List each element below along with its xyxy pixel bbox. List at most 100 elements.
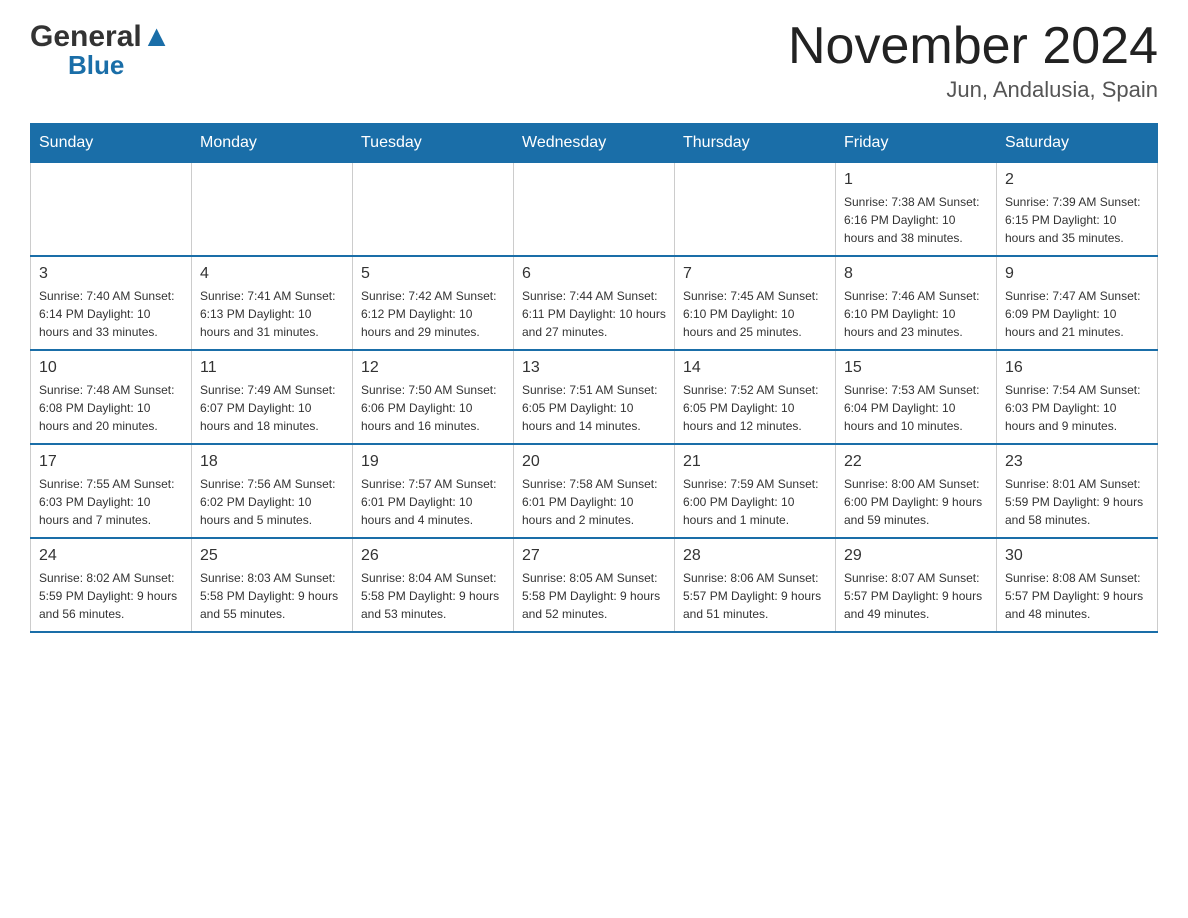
day-number: 30	[1005, 547, 1149, 565]
day-number: 3	[39, 265, 183, 283]
day-info: Sunrise: 7:40 AM Sunset: 6:14 PM Dayligh…	[39, 287, 183, 341]
day-info: Sunrise: 7:42 AM Sunset: 6:12 PM Dayligh…	[361, 287, 505, 341]
day-info: Sunrise: 7:50 AM Sunset: 6:06 PM Dayligh…	[361, 381, 505, 435]
calendar-cell: 9 Sunrise: 7:47 AM Sunset: 6:09 PM Daylig…	[997, 256, 1158, 350]
day-number: 28	[683, 547, 827, 565]
calendar-cell: 21Sunrise: 7:59 AM Sunset: 6:00 PM Dayli…	[675, 444, 836, 538]
calendar-cell: 13 Sunrise: 7:51 AM Sunset: 6:05 PM Dayli…	[514, 350, 675, 444]
day-number: 11	[200, 359, 344, 377]
day-header-monday: Monday	[192, 124, 353, 163]
calendar-cell: 16 Sunrise: 7:54 AM Sunset: 6:03 PM Dayli…	[997, 350, 1158, 444]
calendar-cell: 24 Sunrise: 8:02 AM Sunset: 5:59 PM Dayli…	[31, 538, 192, 632]
logo-blue-text: Blue	[68, 50, 171, 81]
day-header-wednesday: Wednesday	[514, 124, 675, 163]
calendar-cell	[675, 163, 836, 257]
page-header: General ▲ Blue November 2024 Jun, Andalu…	[30, 20, 1158, 103]
calendar-cell: 17 Sunrise: 7:55 AM Sunset: 6:03 PM Dayli…	[31, 444, 192, 538]
calendar-week-row: 1 Sunrise: 7:38 AM Sunset: 6:16 PM Daylig…	[31, 163, 1158, 257]
calendar-cell	[514, 163, 675, 257]
calendar-cell: 27 Sunrise: 8:05 AM Sunset: 5:58 PM Dayli…	[514, 538, 675, 632]
day-info: Sunrise: 8:06 AM Sunset: 5:57 PM Dayligh…	[683, 569, 827, 623]
day-info: Sunrise: 7:57 AM Sunset: 6:01 PM Dayligh…	[361, 475, 505, 529]
calendar-cell	[192, 163, 353, 257]
calendar-cell: 14Sunrise: 7:52 AM Sunset: 6:05 PM Dayli…	[675, 350, 836, 444]
day-number: 15	[844, 359, 988, 377]
day-info: Sunrise: 7:52 AM Sunset: 6:05 PM Dayligh…	[683, 381, 827, 435]
day-info: Sunrise: 8:02 AM Sunset: 5:59 PM Dayligh…	[39, 569, 183, 623]
calendar-cell: 18 Sunrise: 7:56 AM Sunset: 6:02 PM Dayli…	[192, 444, 353, 538]
day-number: 4	[200, 265, 344, 283]
day-info: Sunrise: 7:48 AM Sunset: 6:08 PM Dayligh…	[39, 381, 183, 435]
day-info: Sunrise: 7:47 AM Sunset: 6:09 PM Dayligh…	[1005, 287, 1149, 341]
calendar-cell: 23Sunrise: 8:01 AM Sunset: 5:59 PM Dayli…	[997, 444, 1158, 538]
day-number: 9	[1005, 265, 1149, 283]
calendar-cell: 7 Sunrise: 7:45 AM Sunset: 6:10 PM Daylig…	[675, 256, 836, 350]
day-header-sunday: Sunday	[31, 124, 192, 163]
logo-blue-part: ▲	[142, 20, 172, 54]
logo: General ▲ Blue	[30, 20, 171, 81]
calendar-cell	[31, 163, 192, 257]
calendar-cell: 26Sunrise: 8:04 AM Sunset: 5:58 PM Dayli…	[353, 538, 514, 632]
day-number: 10	[39, 359, 183, 377]
day-header-friday: Friday	[836, 124, 997, 163]
calendar-cell: 12Sunrise: 7:50 AM Sunset: 6:06 PM Dayli…	[353, 350, 514, 444]
day-info: Sunrise: 8:05 AM Sunset: 5:58 PM Dayligh…	[522, 569, 666, 623]
day-number: 24	[39, 547, 183, 565]
day-info: Sunrise: 7:49 AM Sunset: 6:07 PM Dayligh…	[200, 381, 344, 435]
day-number: 7	[683, 265, 827, 283]
day-info: Sunrise: 8:07 AM Sunset: 5:57 PM Dayligh…	[844, 569, 988, 623]
day-number: 13	[522, 359, 666, 377]
day-info: Sunrise: 7:41 AM Sunset: 6:13 PM Dayligh…	[200, 287, 344, 341]
calendar-body: 1 Sunrise: 7:38 AM Sunset: 6:16 PM Daylig…	[31, 163, 1158, 633]
calendar-cell: 6Sunrise: 7:44 AM Sunset: 6:11 PM Daylig…	[514, 256, 675, 350]
calendar-cell: 5 Sunrise: 7:42 AM Sunset: 6:12 PM Daylig…	[353, 256, 514, 350]
day-number: 8	[844, 265, 988, 283]
logo-line1: General ▲	[30, 20, 171, 54]
calendar-cell: 29Sunrise: 8:07 AM Sunset: 5:57 PM Dayli…	[836, 538, 997, 632]
day-info: Sunrise: 8:08 AM Sunset: 5:57 PM Dayligh…	[1005, 569, 1149, 623]
day-number: 18	[200, 453, 344, 471]
day-info: Sunrise: 7:58 AM Sunset: 6:01 PM Dayligh…	[522, 475, 666, 529]
title-section: November 2024 Jun, Andalusia, Spain	[788, 20, 1158, 103]
location-text: Jun, Andalusia, Spain	[788, 77, 1158, 103]
day-number: 23	[1005, 453, 1149, 471]
day-number: 21	[683, 453, 827, 471]
calendar-cell: 19Sunrise: 7:57 AM Sunset: 6:01 PM Dayli…	[353, 444, 514, 538]
day-number: 16	[1005, 359, 1149, 377]
day-number: 20	[522, 453, 666, 471]
day-info: Sunrise: 7:45 AM Sunset: 6:10 PM Dayligh…	[683, 287, 827, 341]
calendar-cell: 25 Sunrise: 8:03 AM Sunset: 5:58 PM Dayli…	[192, 538, 353, 632]
day-info: Sunrise: 7:38 AM Sunset: 6:16 PM Dayligh…	[844, 193, 988, 247]
day-info: Sunrise: 7:53 AM Sunset: 6:04 PM Dayligh…	[844, 381, 988, 435]
calendar-cell: 1 Sunrise: 7:38 AM Sunset: 6:16 PM Daylig…	[836, 163, 997, 257]
day-info: Sunrise: 7:54 AM Sunset: 6:03 PM Dayligh…	[1005, 381, 1149, 435]
calendar-table: SundayMondayTuesdayWednesdayThursdayFrid…	[30, 123, 1158, 633]
day-number: 25	[200, 547, 344, 565]
calendar-week-row: 17 Sunrise: 7:55 AM Sunset: 6:03 PM Dayli…	[31, 444, 1158, 538]
calendar-cell: 30 Sunrise: 8:08 AM Sunset: 5:57 PM Dayli…	[997, 538, 1158, 632]
calendar-header: SundayMondayTuesdayWednesdayThursdayFrid…	[31, 124, 1158, 163]
calendar-cell: 2Sunrise: 7:39 AM Sunset: 6:15 PM Daylig…	[997, 163, 1158, 257]
calendar-cell: 11 Sunrise: 7:49 AM Sunset: 6:07 PM Dayli…	[192, 350, 353, 444]
day-header-saturday: Saturday	[997, 124, 1158, 163]
day-number: 27	[522, 547, 666, 565]
logo-general: General	[30, 20, 142, 54]
calendar-cell: 4 Sunrise: 7:41 AM Sunset: 6:13 PM Daylig…	[192, 256, 353, 350]
day-info: Sunrise: 7:56 AM Sunset: 6:02 PM Dayligh…	[200, 475, 344, 529]
day-header-thursday: Thursday	[675, 124, 836, 163]
day-info: Sunrise: 7:51 AM Sunset: 6:05 PM Dayligh…	[522, 381, 666, 435]
day-info: Sunrise: 7:55 AM Sunset: 6:03 PM Dayligh…	[39, 475, 183, 529]
day-info: Sunrise: 8:03 AM Sunset: 5:58 PM Dayligh…	[200, 569, 344, 623]
calendar-cell: 3 Sunrise: 7:40 AM Sunset: 6:14 PM Daylig…	[31, 256, 192, 350]
day-number: 1	[844, 171, 988, 189]
day-header-tuesday: Tuesday	[353, 124, 514, 163]
calendar-cell: 28 Sunrise: 8:06 AM Sunset: 5:57 PM Dayli…	[675, 538, 836, 632]
day-info: Sunrise: 7:39 AM Sunset: 6:15 PM Dayligh…	[1005, 193, 1149, 247]
calendar-week-row: 24 Sunrise: 8:02 AM Sunset: 5:59 PM Dayli…	[31, 538, 1158, 632]
month-year-title: November 2024	[788, 20, 1158, 72]
calendar-cell: 22Sunrise: 8:00 AM Sunset: 6:00 PM Dayli…	[836, 444, 997, 538]
day-number: 5	[361, 265, 505, 283]
day-info: Sunrise: 8:00 AM Sunset: 6:00 PM Dayligh…	[844, 475, 988, 529]
day-number: 17	[39, 453, 183, 471]
day-info: Sunrise: 8:04 AM Sunset: 5:58 PM Dayligh…	[361, 569, 505, 623]
